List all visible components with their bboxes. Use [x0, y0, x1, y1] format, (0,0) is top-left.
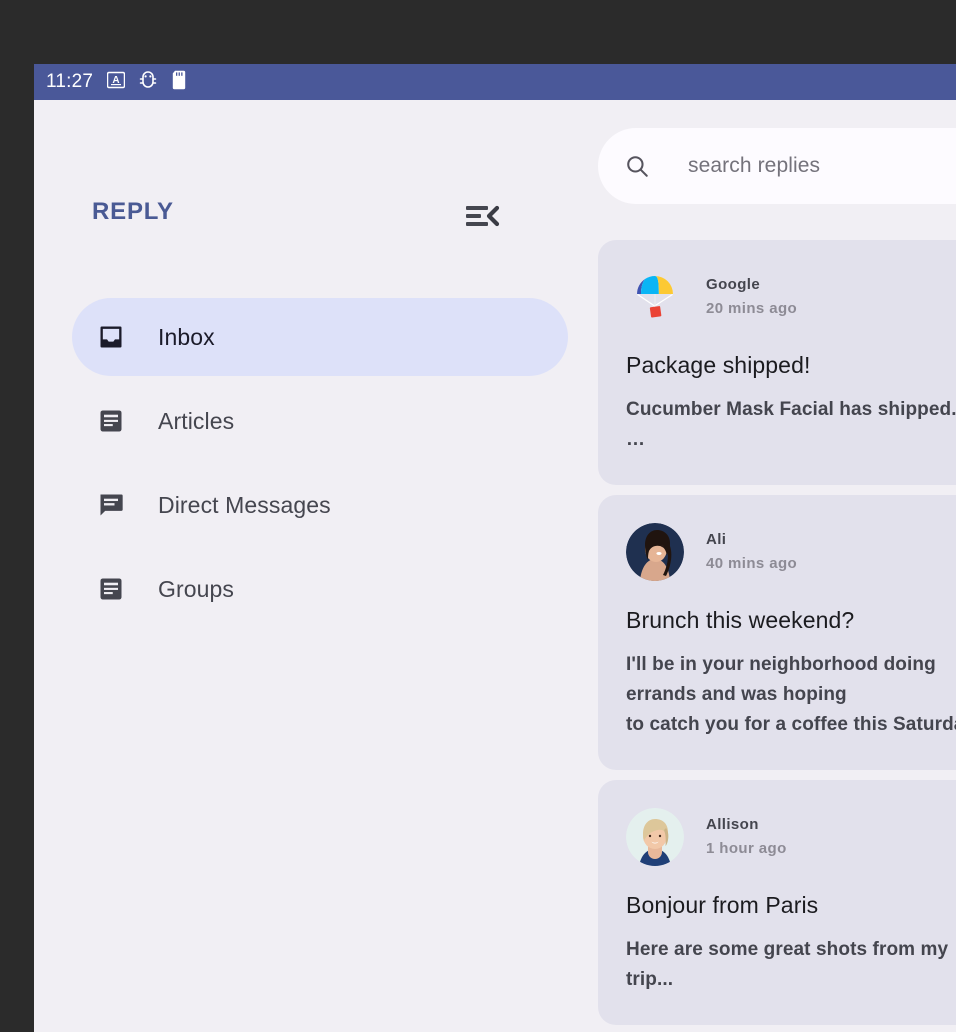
status-bar: 11:27 A: [34, 64, 956, 100]
email-sender-block: Google 20 mins ago: [706, 274, 797, 320]
article-icon: [96, 574, 126, 604]
email-timestamp: 1 hour ago: [706, 837, 787, 860]
sd-card-icon: [171, 70, 187, 95]
sidebar-item-label: Direct Messages: [158, 492, 331, 519]
email-timestamp: 20 mins ago: [706, 297, 797, 320]
ali-photo-avatar: [626, 523, 684, 581]
email-sender-block: Ali 40 mins ago: [706, 529, 797, 575]
email-preview: Here are some great shots from my trip..…: [626, 935, 956, 995]
email-preview-ellipsis: …: [626, 425, 956, 455]
nav-item-list: Inbox Articles: [34, 298, 600, 634]
email-card[interactable]: Google 20 mins ago Package shipped! Cucu…: [598, 240, 956, 485]
allison-photo-avatar: [626, 808, 684, 866]
email-sender-name: Ali: [706, 529, 797, 552]
app-brand-title: REPLY: [92, 198, 174, 226]
sidebar-item-direct-messages[interactable]: Direct Messages: [72, 466, 568, 544]
inbox-icon: [96, 322, 126, 352]
email-subject: Package shipped!: [626, 352, 956, 379]
article-icon: [96, 406, 126, 436]
email-timestamp: 40 mins ago: [706, 552, 797, 575]
device-viewport: 11:27 A: [34, 64, 956, 1032]
email-preview: Cucumber Mask Facial has shipped.: [626, 395, 956, 425]
sidebar-item-inbox[interactable]: Inbox: [72, 298, 568, 376]
email-sender-block: Allison 1 hour ago: [706, 814, 787, 860]
email-sender-name: Allison: [706, 814, 787, 837]
app-body: REPLY: [34, 100, 956, 1032]
email-subject: Bonjour from Paris: [626, 892, 956, 919]
email-list: Google 20 mins ago Package shipped! Cucu…: [598, 240, 956, 1032]
parachute-logo-avatar: [626, 268, 684, 326]
email-preview: I'll be in your neighborhood doing erran…: [626, 650, 956, 740]
menu-open-icon[interactable]: [463, 199, 501, 233]
email-card-header: Google 20 mins ago: [626, 268, 956, 326]
email-card-header: Allison 1 hour ago: [626, 808, 956, 866]
chat-bubble-icon: [96, 490, 126, 520]
email-card[interactable]: Ali 40 mins ago Brunch this weekend? I'l…: [598, 495, 956, 770]
sidebar-item-articles[interactable]: Articles: [72, 382, 568, 460]
sidebar-item-label: Groups: [158, 576, 234, 603]
email-subject: Brunch this weekend?: [626, 607, 956, 634]
status-bar-icons: A: [107, 70, 187, 95]
sidebar-item-groups[interactable]: Groups: [72, 550, 568, 628]
screenshot-frame: 11:27 A: [0, 0, 956, 1032]
android-debug-bug-icon: [139, 70, 157, 95]
email-sender-name: Google: [706, 274, 797, 297]
text-input-indicator-icon: A: [107, 71, 125, 94]
email-card-header: Ali 40 mins ago: [626, 523, 956, 581]
search-placeholder-text: search replies: [688, 154, 820, 178]
nav-header: REPLY: [34, 198, 600, 242]
search-icon: [624, 153, 650, 179]
search-input[interactable]: search replies: [598, 128, 956, 204]
content-pane: search replies: [598, 100, 956, 1032]
status-bar-clock: 11:27: [46, 71, 93, 93]
sidebar-item-label: Inbox: [158, 324, 215, 351]
sidebar-item-label: Articles: [158, 408, 234, 435]
email-card[interactable]: Allison 1 hour ago Bonjour from Paris He…: [598, 780, 956, 1025]
navigation-rail: REPLY: [34, 100, 600, 1032]
